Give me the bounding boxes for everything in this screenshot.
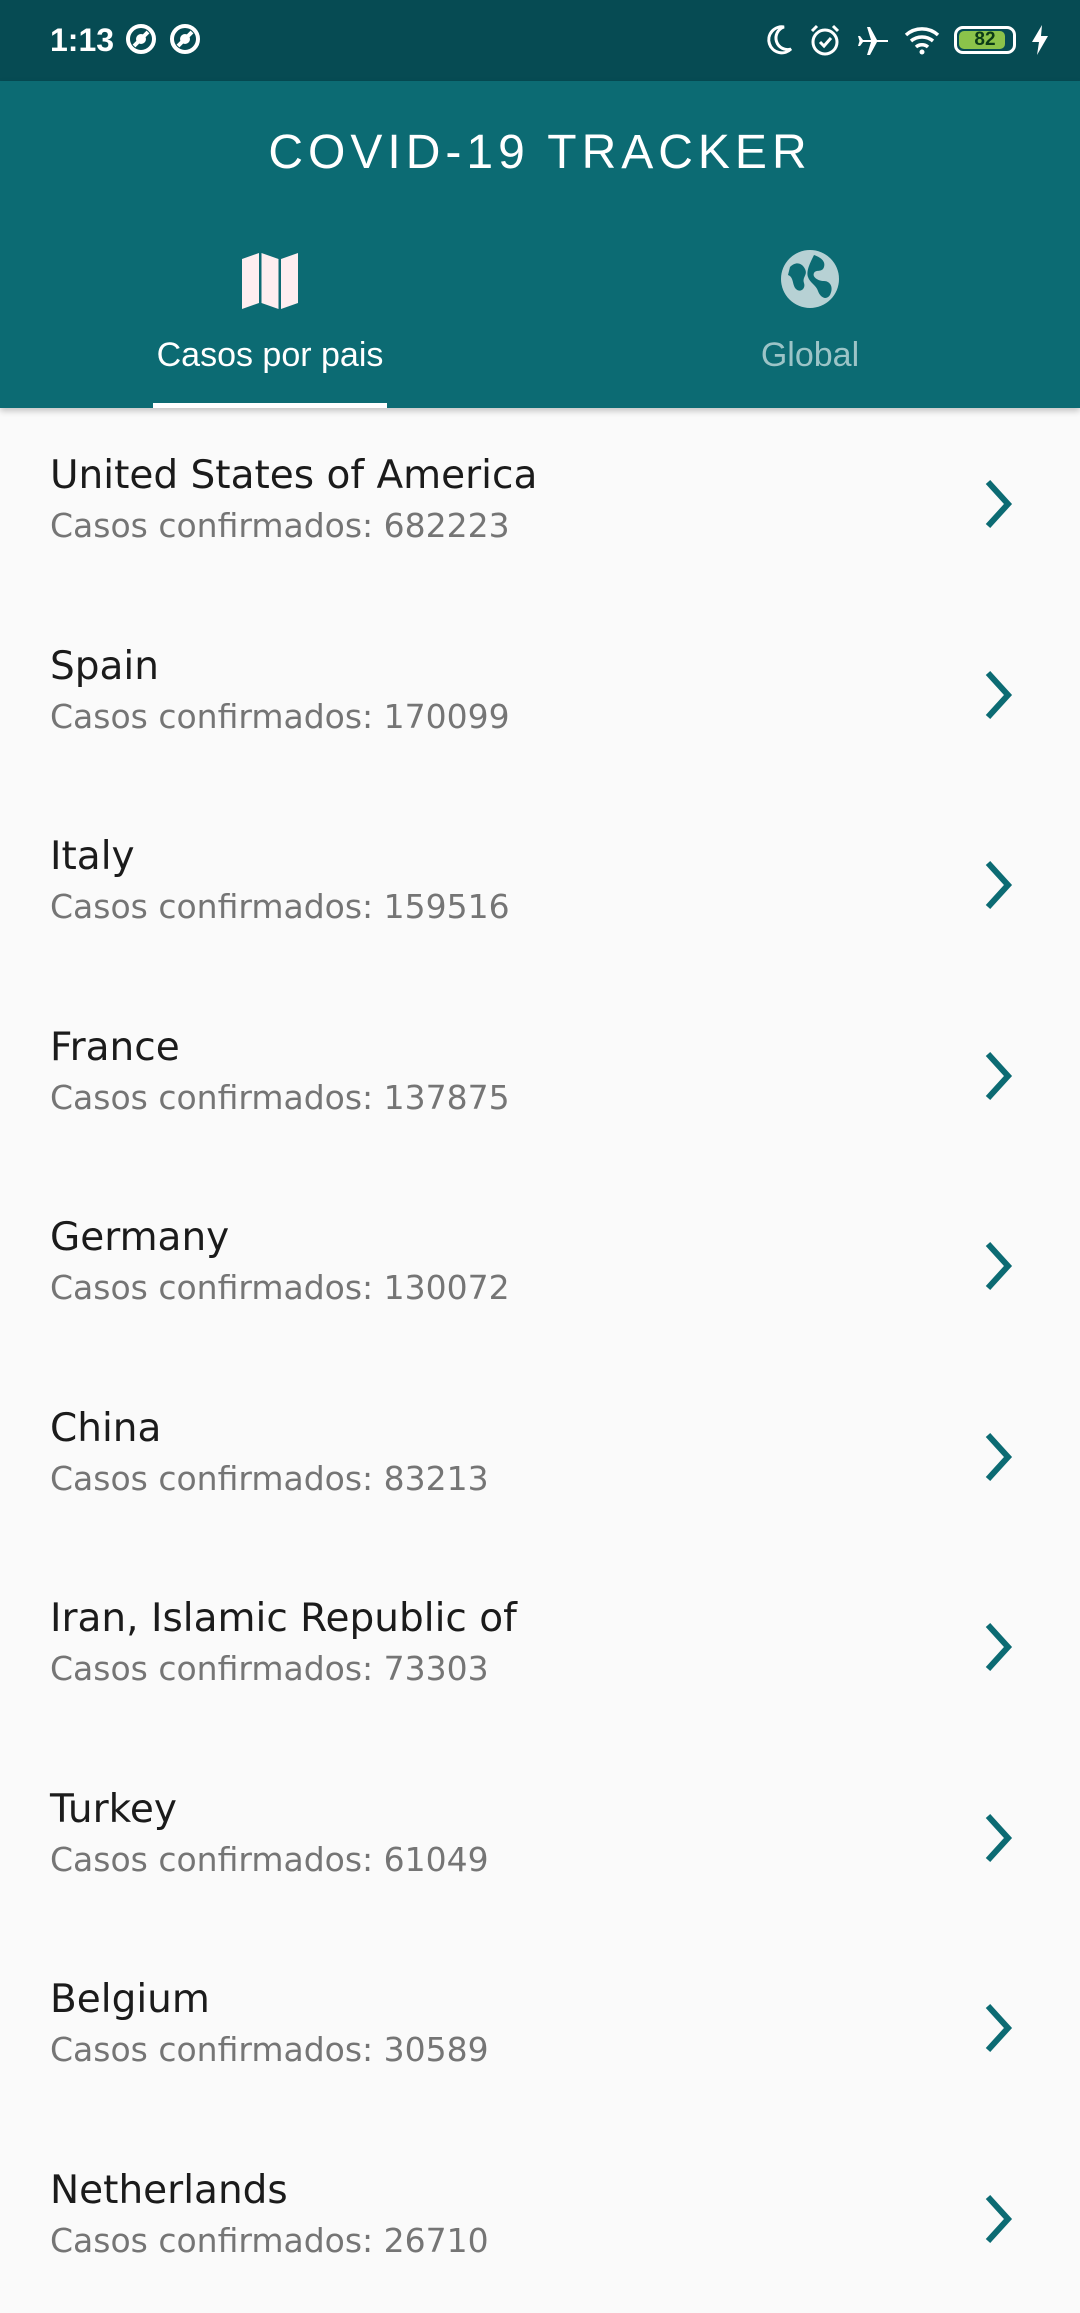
charging-icon: [1030, 24, 1050, 56]
chevron-right-icon: [978, 1429, 1018, 1485]
chevron-right-icon: [978, 1619, 1018, 1675]
app-title: COVID-19 TRACKER: [0, 123, 1080, 183]
country-list-item[interactable]: Belgium Casos confirmados: 30589: [0, 1932, 1080, 2123]
chevron-right-icon: [978, 1238, 1018, 1294]
globe-icon: [778, 247, 842, 311]
country-list-item[interactable]: Italy Casos confirmados: 159516: [0, 789, 1080, 980]
country-list-item[interactable]: United States of America Casos confirmad…: [0, 408, 1080, 599]
country-name: Netherlands: [50, 2168, 288, 2214]
battery-icon: 82: [954, 26, 1016, 54]
country-cases: Casos confirmados: 130072: [50, 1268, 510, 1308]
country-name: Turkey: [50, 1787, 177, 1833]
alarm-icon: [808, 23, 842, 57]
country-list-item[interactable]: Germany Casos confirmados: 130072: [0, 1170, 1080, 1361]
country-cases: Casos confirmados: 30589: [50, 2030, 489, 2070]
chevron-right-icon: [978, 476, 1018, 532]
country-list-item[interactable]: Iran, Islamic Republic of Casos confirma…: [0, 1551, 1080, 1742]
country-name: United States of America: [50, 453, 537, 499]
country-name: China: [50, 1406, 161, 1452]
country-cases: Casos confirmados: 137875: [50, 1078, 510, 1118]
country-name: Spain: [50, 644, 159, 690]
chevron-right-icon: [978, 1810, 1018, 1866]
status-notification-icons: [124, 22, 202, 56]
sync-icon: [124, 22, 158, 56]
country-cases: Casos confirmados: 159516: [50, 887, 510, 927]
country-list-item[interactable]: China Casos confirmados: 83213: [0, 1361, 1080, 1552]
tab-active-indicator: [153, 403, 387, 408]
country-cases: Casos confirmados: 61049: [50, 1840, 489, 1880]
tab-global[interactable]: Global: [540, 237, 1080, 408]
tab-label: Casos por pais: [0, 333, 540, 377]
country-name: Iran, Islamic Republic of: [50, 1596, 517, 1642]
country-list-item[interactable]: France Casos confirmados: 137875: [0, 980, 1080, 1171]
country-list-item[interactable]: Spain Casos confirmados: 170099: [0, 599, 1080, 790]
country-name: Germany: [50, 1215, 229, 1261]
tab-casos-por-pais[interactable]: Casos por pais: [0, 237, 540, 408]
country-cases: Casos confirmados: 73303: [50, 1649, 489, 1689]
battery-level: 82: [957, 29, 1013, 51]
country-name: Belgium: [50, 1977, 210, 2023]
country-list-item[interactable]: Turkey Casos confirmados: 61049: [0, 1742, 1080, 1933]
country-cases: Casos confirmados: 170099: [50, 697, 510, 737]
chevron-right-icon: [978, 1048, 1018, 1104]
app-header: COVID-19 TRACKER Casos por pais Global: [0, 81, 1080, 408]
status-bar: 1:13 82: [0, 0, 1080, 81]
sync-icon: [168, 22, 202, 56]
moon-icon: [764, 24, 794, 56]
airplane-icon: [856, 23, 890, 57]
chevron-right-icon: [978, 857, 1018, 913]
chevron-right-icon: [978, 667, 1018, 723]
country-name: France: [50, 1025, 180, 1071]
wifi-icon: [904, 25, 940, 55]
country-cases: Casos confirmados: 682223: [50, 506, 510, 546]
country-list-item[interactable]: Netherlands Casos confirmados: 26710: [0, 2123, 1080, 2313]
status-system-icons: 82: [764, 18, 1050, 62]
country-name: Italy: [50, 834, 135, 880]
status-time: 1:13: [50, 18, 114, 62]
country-cases: Casos confirmados: 26710: [50, 2221, 489, 2261]
chevron-right-icon: [978, 2000, 1018, 2056]
country-list: United States of America Casos confirmad…: [0, 408, 1080, 2313]
tab-label: Global: [540, 333, 1080, 377]
chevron-right-icon: [978, 2191, 1018, 2247]
country-cases: Casos confirmados: 83213: [50, 1459, 489, 1499]
map-icon: [238, 247, 302, 311]
